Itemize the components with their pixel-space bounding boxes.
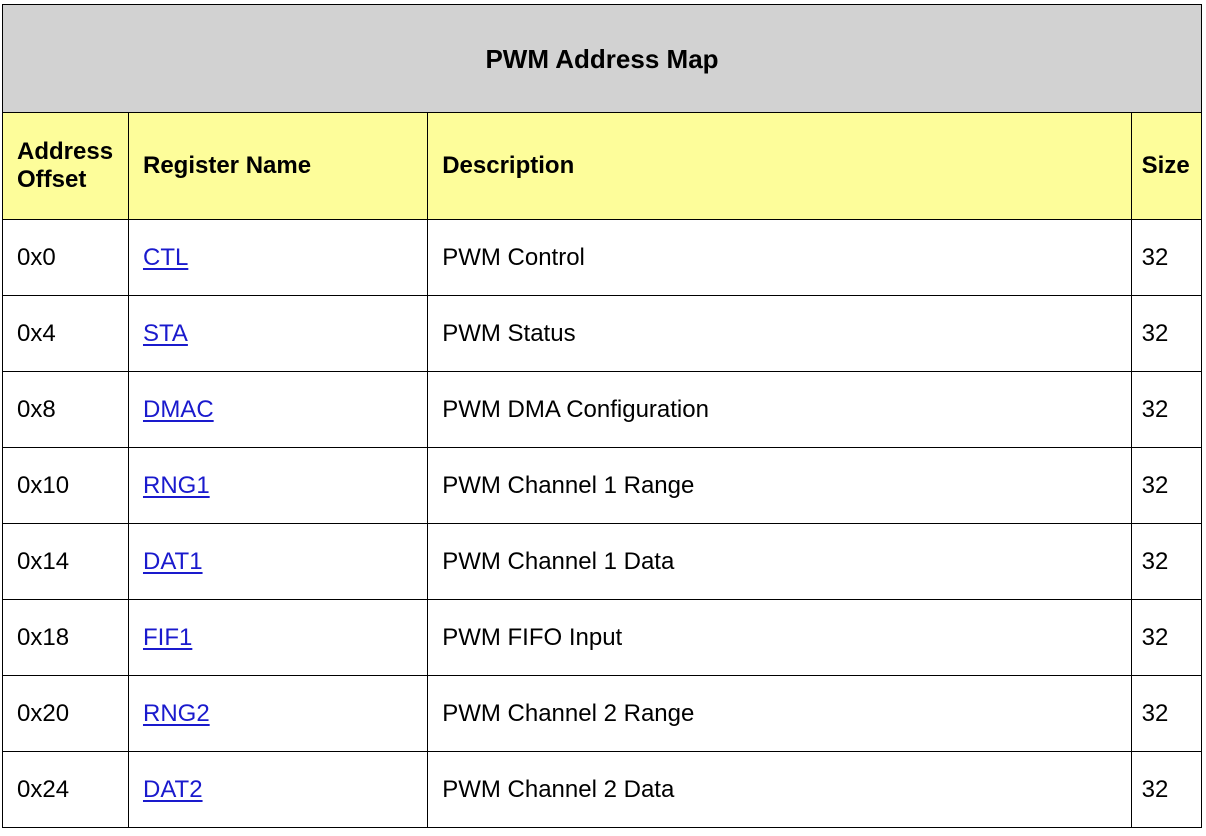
description-cell: PWM Channel 1 Data	[427, 523, 1132, 600]
size-cell: 32	[1130, 295, 1203, 372]
register-link-ctl[interactable]: CTL	[143, 244, 188, 271]
size-cell: 32	[1130, 447, 1203, 524]
register-name-cell: STA	[127, 295, 429, 372]
header-address-offset: Address Offset	[2, 112, 129, 220]
header-size: Size	[1130, 112, 1203, 220]
header-row: Address Offset Register Name Description…	[2, 112, 1203, 220]
description-cell: PWM Control	[427, 219, 1132, 296]
register-link-sta[interactable]: STA	[143, 320, 188, 347]
size-cell: 32	[1130, 371, 1203, 448]
description-cell: PWM Channel 1 Range	[427, 447, 1132, 524]
size-cell: 32	[1130, 523, 1203, 600]
address-offset-cell: 0x24	[2, 751, 129, 828]
table-row: 0x8 DMAC PWM DMA Configuration 32	[2, 371, 1203, 448]
description-cell: PWM Channel 2 Data	[427, 751, 1132, 828]
description-cell: PWM DMA Configuration	[427, 371, 1132, 448]
size-cell: 32	[1130, 751, 1203, 828]
register-link-dat2[interactable]: DAT2	[143, 776, 203, 803]
table-row: 0x4 STA PWM Status 32	[2, 295, 1203, 372]
register-name-cell: DAT1	[127, 523, 429, 600]
table-row: 0x0 CTL PWM Control 32	[2, 219, 1203, 296]
register-link-rng1[interactable]: RNG1	[143, 472, 210, 499]
register-link-rng2[interactable]: RNG2	[143, 700, 210, 727]
register-name-cell: DMAC	[127, 371, 429, 448]
table-title-row: PWM Address Map	[2, 4, 1202, 113]
table-row: 0x24 DAT2 PWM Channel 2 Data 32	[2, 751, 1203, 828]
size-cell: 32	[1130, 219, 1203, 296]
register-name-cell: RNG2	[127, 675, 429, 752]
size-cell: 32	[1130, 599, 1203, 676]
address-offset-cell: 0x0	[2, 219, 129, 296]
register-name-cell: FIF1	[127, 599, 429, 676]
address-offset-cell: 0x8	[2, 371, 129, 448]
description-cell: PWM FIFO Input	[427, 599, 1132, 676]
register-name-cell: CTL	[127, 219, 429, 296]
address-offset-cell: 0x18	[2, 599, 129, 676]
table-row: 0x10 RNG1 PWM Channel 1 Range 32	[2, 447, 1203, 524]
register-link-dat1[interactable]: DAT1	[143, 548, 203, 575]
register-name-cell: DAT2	[127, 751, 429, 828]
description-cell: PWM Status	[427, 295, 1132, 372]
header-register-name: Register Name	[127, 112, 429, 220]
register-link-dmac[interactable]: DMAC	[143, 396, 214, 423]
table-row: 0x14 DAT1 PWM Channel 1 Data 32	[2, 523, 1203, 600]
size-cell: 32	[1130, 675, 1203, 752]
table-row: 0x18 FIF1 PWM FIFO Input 32	[2, 599, 1203, 676]
header-description: Description	[427, 112, 1132, 220]
description-cell: PWM Channel 2 Range	[427, 675, 1132, 752]
address-offset-cell: 0x10	[2, 447, 129, 524]
table-row: 0x20 RNG2 PWM Channel 2 Range 32	[2, 675, 1203, 752]
address-offset-cell: 0x20	[2, 675, 129, 752]
address-map-table: PWM Address Map Address Offset Register …	[2, 4, 1203, 828]
register-link-fif1[interactable]: FIF1	[143, 624, 192, 651]
register-name-cell: RNG1	[127, 447, 429, 524]
address-offset-cell: 0x4	[2, 295, 129, 372]
table-title: PWM Address Map	[2, 4, 1202, 113]
address-offset-cell: 0x14	[2, 523, 129, 600]
